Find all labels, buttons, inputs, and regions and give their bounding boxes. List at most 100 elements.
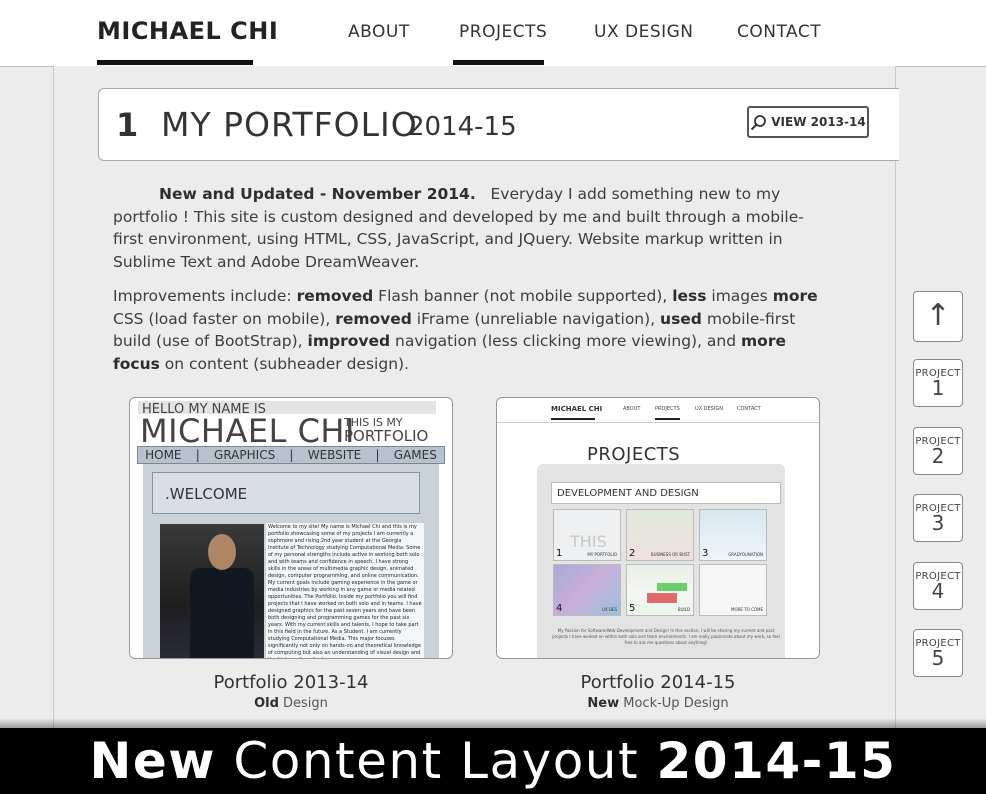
text: Flash banner (not mobile supported),: [373, 287, 673, 305]
thumb-name: MICHAEL CHI: [140, 412, 355, 450]
thumb-nav-item: HOME: [145, 448, 182, 462]
tile-green-arrow: [657, 583, 687, 591]
tile-label: MY PORTFOLIO: [587, 552, 617, 557]
search-icon: [751, 114, 767, 130]
project-4-button[interactable]: PROJECT 4: [913, 562, 963, 610]
tile-label: GRADYOUNATION: [728, 552, 763, 557]
thumb-tile: 5 BUILD: [626, 564, 694, 616]
text: Mock-Up Design: [619, 696, 729, 711]
text: Design: [278, 696, 328, 711]
tile-label: MORE TO COME: [731, 607, 763, 612]
text-bold: improved: [307, 332, 391, 350]
view-2013-14-button[interactable]: VIEW 2013-14: [747, 106, 869, 138]
thumb-mini-link: UX DESIGN: [695, 406, 723, 412]
text: on content (subheader design).: [159, 354, 409, 373]
text-bold: removed: [296, 287, 374, 305]
thumb-nav-item: GAMES: [393, 448, 437, 462]
thumb-mini-nav: MICHAEL CHI ABOUT PROJECTS UX DESIGN CON…: [497, 398, 819, 423]
project-2-button[interactable]: PROJECT 2: [913, 427, 963, 475]
thumb-welcome: .WELCOME: [152, 472, 420, 514]
text: iFrame (unreliable navigation),: [411, 309, 661, 328]
text: CSS (load faster on mobile),: [113, 309, 336, 328]
text-bold: removed: [335, 309, 412, 328]
photo-suit: [190, 568, 254, 658]
text: navigation (less clicking more viewing),…: [390, 332, 742, 350]
project-number: 4: [931, 579, 945, 603]
tile-number: 5: [629, 603, 636, 614]
project-number: 2: [931, 444, 945, 468]
tile-number: 3: [702, 548, 709, 559]
nav-projects[interactable]: PROJECTS: [459, 22, 547, 42]
tile-number: 4: [556, 603, 563, 614]
thumb-mini-link: CONTACT: [737, 406, 761, 412]
banner-text: Content Layout: [215, 732, 657, 790]
top-navigation: MICHAEL CHI ABOUT PROJECTS UX DESIGN CON…: [0, 0, 986, 67]
brand-underline: [97, 60, 253, 65]
nav-ux-design[interactable]: UX DESIGN: [594, 22, 694, 42]
scroll-top-button[interactable]: ↑: [913, 291, 963, 342]
project-5-button[interactable]: PROJECT 5: [913, 629, 963, 677]
banner-shadow: [0, 718, 986, 728]
text-bold: Old: [254, 696, 279, 711]
project-1-button[interactable]: PROJECT 1: [913, 359, 963, 407]
thumb-mini-active-bar: [655, 418, 680, 420]
thumb-tile: 2 BUSINESS OR BUST: [626, 509, 694, 561]
project-number: 1: [931, 376, 945, 400]
thumb-mini-brand: MICHAEL CHI: [551, 405, 603, 413]
profile-photo: [160, 524, 264, 658]
nav-contact[interactable]: CONTACT: [737, 22, 821, 42]
card-subcaption: Old Design: [129, 696, 453, 711]
thumb-tile: MORE TO COME: [699, 564, 767, 616]
card-subcaption: New Mock-Up Design: [496, 696, 820, 711]
tile-label: BUSINESS OR BUST: [650, 552, 690, 557]
thumb-nav-item: WEBSITE: [307, 448, 362, 462]
tile-watermark: THIS: [570, 532, 607, 551]
nav-about[interactable]: ABOUT: [348, 22, 410, 42]
intro-body: This site is custom designed and develop…: [113, 207, 804, 271]
tile-label: UX DES: [601, 607, 617, 612]
tile-number: 1: [556, 548, 563, 559]
section-years: 2014-15: [408, 112, 517, 142]
intro-paragraph: New and Updated - November 2014. Everyda…: [113, 183, 833, 273]
card-caption: Portfolio 2014-15: [580, 672, 736, 693]
site-brand[interactable]: MICHAEL CHI: [97, 17, 278, 45]
portfolio-2013-14-card[interactable]: HELLO MY NAME IS MICHAEL CHI THIS IS MY …: [129, 397, 453, 659]
text-bold: used: [660, 309, 702, 328]
project-3-button[interactable]: PROJECT 3: [913, 494, 963, 542]
thumb-mini-brand-bar: [551, 418, 595, 420]
thumb-nav-sep: |: [195, 448, 200, 462]
thumb-tile: 3 GRADYOUNATION: [699, 509, 767, 561]
portfolio-2014-15-card[interactable]: MICHAEL CHI ABOUT PROJECTS UX DESIGN CON…: [496, 397, 820, 659]
section-title: MY PORTFOLIO: [161, 105, 418, 144]
tile-red-arrow: [647, 593, 677, 603]
nav-active-indicator: [453, 60, 544, 65]
photo-face: [208, 534, 236, 570]
intro-lead: New and Updated - November 2014.: [159, 185, 476, 203]
text: Improvements include:: [113, 287, 297, 305]
thumb-bio-text: Welcome to my site! My name is Michael C…: [266, 523, 424, 658]
thumb-mini-link: PROJECTS: [655, 406, 680, 412]
improvements-paragraph: Improvements include: removed Flash bann…: [113, 285, 833, 375]
tile-number: 2: [629, 548, 636, 559]
thumb-mini-link: ABOUT: [623, 406, 641, 412]
thumb-nav-sep: |: [289, 448, 294, 462]
banner-bold: 2014-15: [656, 732, 897, 790]
thumb-subheader: DEVELOPMENT AND DESIGN: [551, 482, 781, 504]
section-number: 1: [116, 106, 139, 144]
text: images: [706, 287, 773, 305]
thumb-projects-title: PROJECTS: [587, 444, 681, 465]
thumb-nav-sep: |: [375, 448, 380, 462]
bottom-banner: New Content Layout 2014-15: [0, 728, 986, 794]
thumb-tile: THIS 1 MY PORTFOLIO: [553, 509, 621, 561]
project-number: 5: [931, 646, 945, 670]
arrow-up-icon: ↑: [925, 298, 951, 333]
card-caption: Portfolio 2013-14: [213, 672, 369, 693]
banner-bold: New: [89, 732, 216, 790]
thumb-tile: 4 UX DES: [553, 564, 621, 616]
view-button-label: VIEW 2013-14: [771, 115, 866, 129]
text-bold: less: [672, 287, 707, 305]
project-number: 3: [931, 511, 945, 535]
tile-label: BUILD: [677, 607, 690, 612]
thumb-sub2: PORTFOLIO: [344, 427, 429, 445]
thumb-nav-item: GRAPHICS: [214, 448, 276, 462]
